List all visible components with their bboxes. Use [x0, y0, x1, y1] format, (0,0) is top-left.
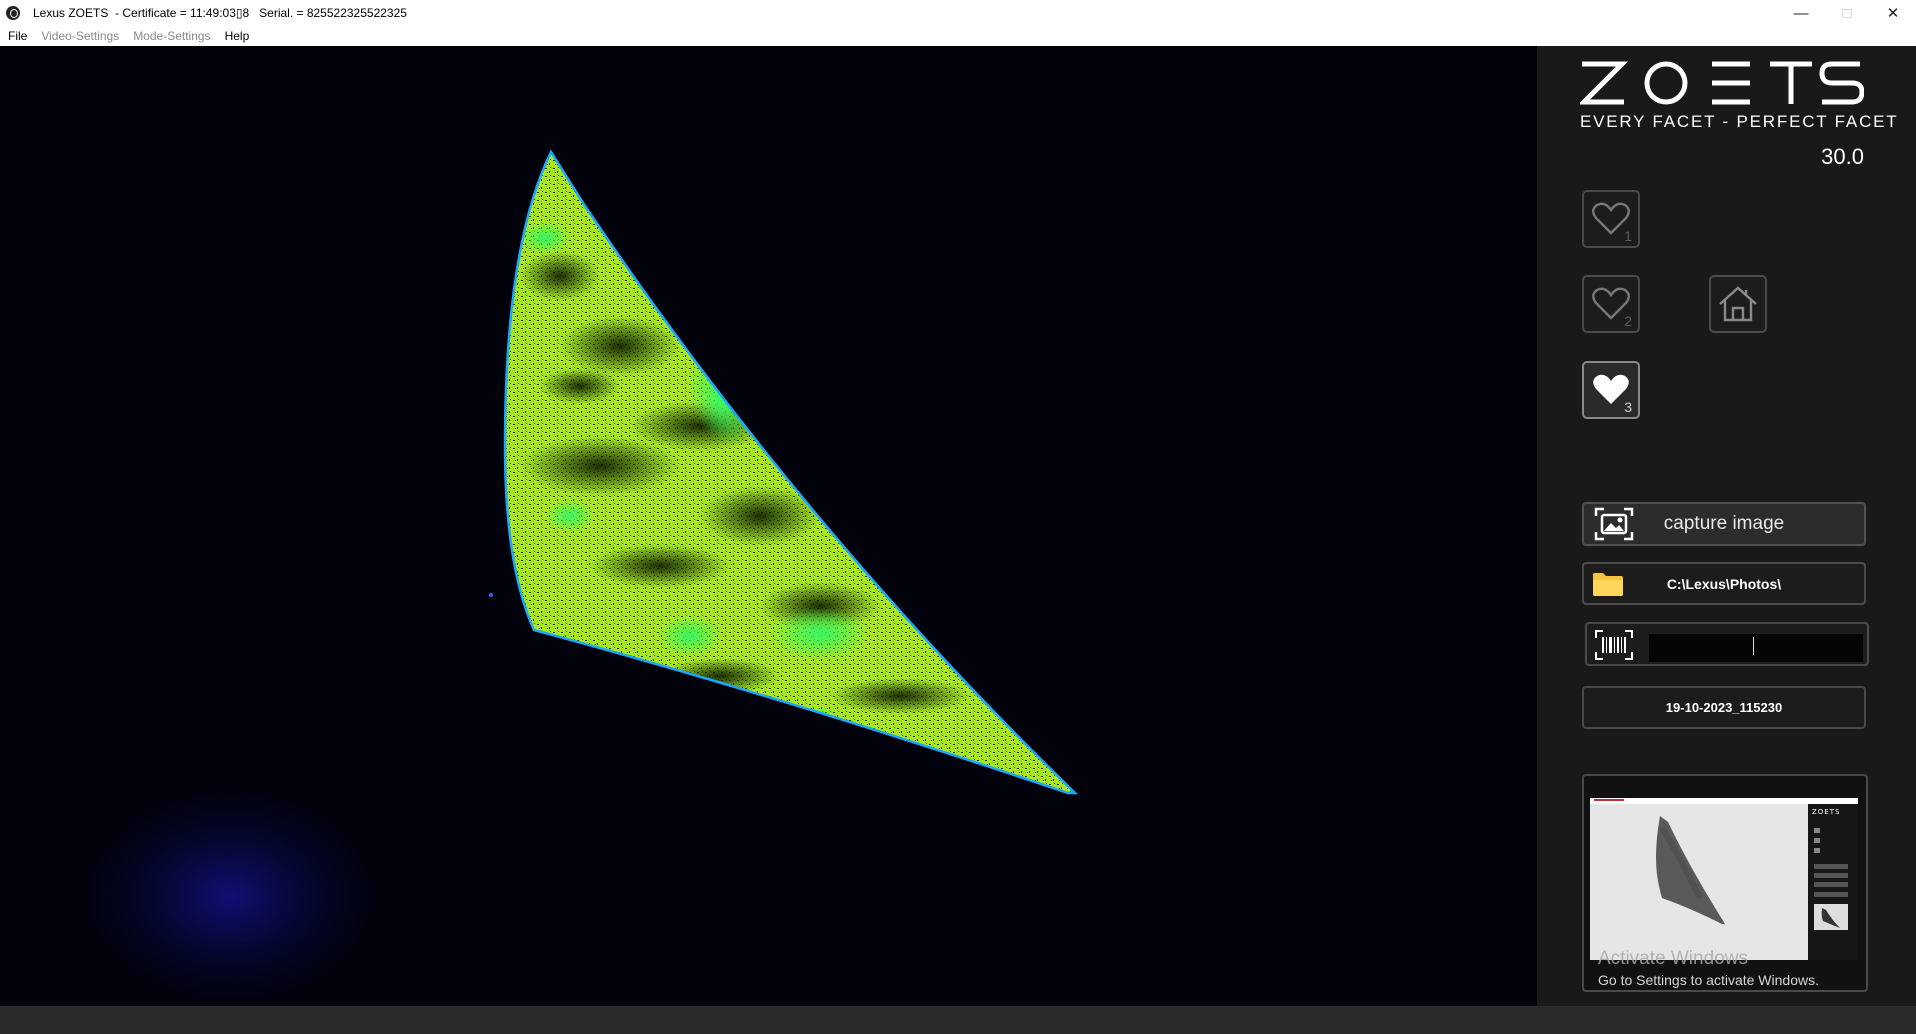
- brand-tagline: EVERY FACET - PERFECT FACET: [1580, 112, 1899, 131]
- favorite-3-button[interactable]: 3: [1582, 361, 1640, 419]
- barcode-input[interactable]: [1649, 634, 1863, 662]
- capture-image-label: capture image: [1663, 513, 1785, 534]
- status-strip: [0, 1006, 1916, 1034]
- text-caret: [1753, 637, 1754, 655]
- window-controls: — □ ✕: [1778, 0, 1916, 26]
- save-path-label: C:\Lexus\Photos\: [1666, 575, 1782, 592]
- menu-bar: File Video-Settings Mode-Settings Help: [0, 26, 1916, 47]
- capture-image-button[interactable]: capture image: [1582, 502, 1866, 546]
- favorite-number: 3: [1624, 399, 1632, 415]
- zoets-logo: [1580, 61, 1864, 105]
- favorite-2-button[interactable]: 2: [1582, 275, 1640, 333]
- window-title: Lexus ZOETS - Certificate = 11:49:03▯8 S…: [33, 6, 407, 20]
- fps-readout: 30.0: [1821, 144, 1864, 169]
- barcode-scan-icon: [1595, 630, 1633, 660]
- favorite-number: 1: [1624, 228, 1632, 244]
- menu-file[interactable]: File: [0, 29, 34, 43]
- svg-text:ZOETS: ZOETS: [1812, 808, 1840, 816]
- activate-windows-subtitle: Go to Settings to activate Windows.: [1598, 972, 1819, 988]
- app-logo-icon[interactable]: [6, 6, 20, 20]
- menu-video-settings[interactable]: Video-Settings: [34, 29, 126, 43]
- activate-windows-title: Activate Windows: [1598, 948, 1748, 969]
- minimize-button[interactable]: —: [1778, 0, 1824, 26]
- live-video-view[interactable]: [0, 46, 1537, 1006]
- favorite-1-button[interactable]: 1: [1582, 190, 1640, 248]
- filename-field[interactable]: 19-10-2023_115230: [1582, 686, 1866, 729]
- save-folder-button[interactable]: C:\Lexus\Photos\: [1582, 562, 1866, 605]
- video-feed-image: [80, 149, 1079, 1006]
- maximize-button[interactable]: □: [1824, 0, 1870, 26]
- title-bar[interactable]: Lexus ZOETS - Certificate = 11:49:03▯8 S…: [0, 0, 1916, 26]
- barcode-field[interactable]: [1585, 622, 1869, 666]
- filename-label: 19-10-2023_115230: [1665, 700, 1783, 715]
- favorite-number: 2: [1624, 313, 1632, 329]
- home-button[interactable]: [1709, 275, 1767, 333]
- menu-mode-settings[interactable]: Mode-Settings: [126, 29, 217, 43]
- capture-preview[interactable]: ZOETS Activate Windows Go to Settings to…: [1582, 774, 1868, 992]
- preview-image: ZOETS: [1590, 798, 1858, 960]
- close-button[interactable]: ✕: [1870, 0, 1916, 26]
- menu-help[interactable]: Help: [218, 29, 257, 43]
- home-icon: [1719, 286, 1757, 322]
